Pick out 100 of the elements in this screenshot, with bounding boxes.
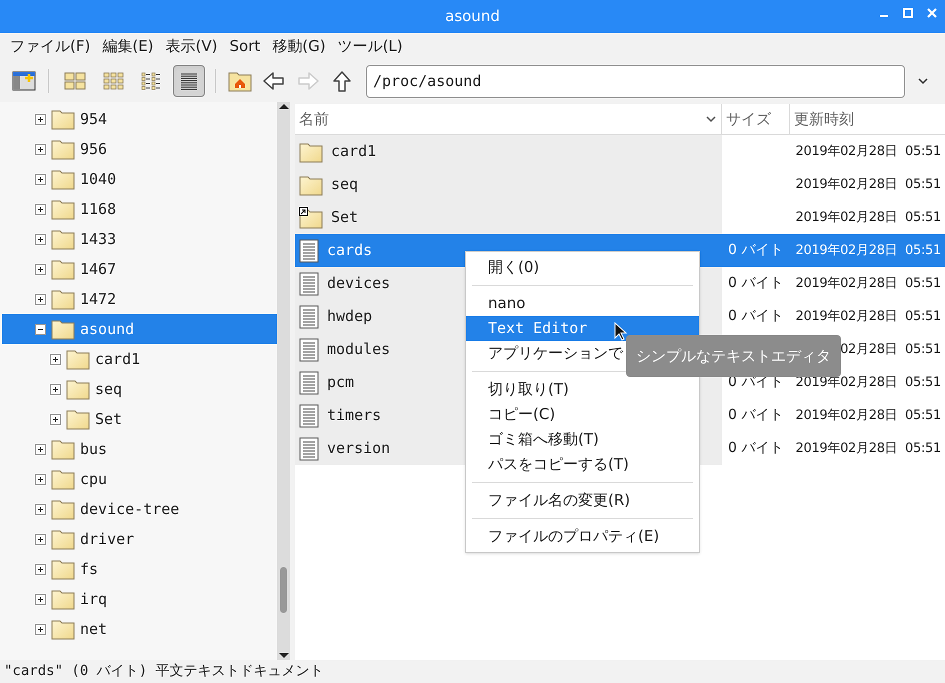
expand-icon[interactable] <box>35 204 46 214</box>
tree-label: 1168 <box>80 198 116 220</box>
tree-label: device-tree <box>80 498 180 520</box>
scrollbar[interactable] <box>277 102 290 660</box>
expand-icon[interactable] <box>50 414 61 424</box>
tree-item[interactable]: 1467 <box>2 254 277 284</box>
tree-item[interactable]: 1168 <box>2 194 277 224</box>
expand-icon[interactable] <box>50 384 61 394</box>
menu-option[interactable]: パスをコピーする(T) <box>466 452 699 477</box>
folder-icon <box>51 258 75 280</box>
folder-icon <box>66 348 90 370</box>
tree-item[interactable]: irq <box>2 584 277 614</box>
folder-icon <box>51 138 75 160</box>
menu-item[interactable]: Sort <box>230 35 260 58</box>
menu-item[interactable]: ファイル(F) <box>10 35 90 58</box>
expand-icon[interactable] <box>35 504 46 514</box>
expand-icon[interactable] <box>35 564 46 574</box>
expand-icon[interactable] <box>35 294 46 304</box>
file-date: 2019年02月28日 05:51 <box>796 242 941 260</box>
column-header[interactable]: 名前 <box>295 104 722 134</box>
expand-icon[interactable] <box>35 474 46 484</box>
text-file-icon <box>299 370 319 394</box>
tree-label: cpu <box>80 468 108 490</box>
collapse-icon[interactable] <box>35 324 46 334</box>
tree-label: 954 <box>80 108 108 130</box>
expand-icon[interactable] <box>35 264 46 274</box>
expand-icon[interactable] <box>35 174 46 184</box>
menu-option[interactable]: 切り取り(T) <box>466 377 699 402</box>
tree-item[interactable]: device-tree <box>2 494 277 524</box>
tree-item[interactable]: bus <box>2 434 277 464</box>
tree-item[interactable]: asound <box>2 314 277 344</box>
menu-option[interactable]: Text Editor <box>466 316 699 341</box>
tree-item[interactable]: fs <box>2 554 277 584</box>
window-title: asound <box>445 6 500 28</box>
tree-label: seq <box>95 378 122 400</box>
expand-icon[interactable] <box>35 114 46 124</box>
menu-option[interactable]: コピー(C) <box>466 402 699 427</box>
tree-item[interactable]: net <box>2 614 277 644</box>
tree-item[interactable]: Set <box>2 404 277 434</box>
tree-item[interactable]: cpu <box>2 464 277 494</box>
file-name: modules <box>327 339 390 360</box>
tree-item[interactable]: 1472 <box>2 284 277 314</box>
file-name: seq <box>331 174 358 196</box>
grid-view-icon <box>101 70 125 92</box>
folder-icon <box>51 588 75 610</box>
tree-label: 1040 <box>80 168 116 190</box>
maximize-icon[interactable] <box>903 8 913 18</box>
folder-icon <box>66 408 90 430</box>
expand-icon[interactable] <box>35 534 46 544</box>
tree-label: 1467 <box>80 258 116 280</box>
menu-option[interactable]: nano <box>466 291 699 316</box>
tree-label: irq <box>80 588 108 610</box>
menu-item[interactable]: 表示(V) <box>166 35 218 58</box>
menu-option[interactable]: ファイルのプロパティ(E) <box>466 524 699 549</box>
menu-option[interactable]: ゴミ箱へ移動(T) <box>466 427 699 452</box>
file-name: card1 <box>331 141 376 162</box>
close-icon[interactable] <box>927 8 937 18</box>
tooltip: シンプルなテキストエディタ <box>626 335 841 377</box>
expand-icon[interactable] <box>35 594 46 604</box>
expand-icon[interactable] <box>35 624 46 634</box>
status-text: "cards" (0 バイト) 平文テキストドキュメント <box>4 662 324 681</box>
expand-icon[interactable] <box>35 144 46 154</box>
tree-item[interactable]: 1433 <box>2 224 277 254</box>
menu-item[interactable]: 移動(G) <box>272 35 326 58</box>
menu-item[interactable]: ツール(L) <box>338 35 403 58</box>
file-name: version <box>327 438 390 460</box>
expand-icon[interactable] <box>35 444 46 454</box>
file-date: 2019年02月28日 05:51 <box>796 406 941 425</box>
column-header[interactable]: 更新時刻 <box>790 104 945 134</box>
text-file-icon <box>299 304 319 328</box>
tree-label: asound <box>80 318 134 340</box>
tree-item[interactable]: seq <box>2 374 277 404</box>
chevron-down-icon[interactable] <box>917 77 929 85</box>
file-name: pcm <box>327 372 354 394</box>
tree-item[interactable]: card1 <box>2 344 277 374</box>
file-size: 0 バイト <box>728 407 784 423</box>
menu-item[interactable]: 編集(E) <box>102 35 154 58</box>
text-file-icon <box>299 436 319 460</box>
file-date: 2019年02月28日 05:51 <box>796 274 941 293</box>
tree-label: 1433 <box>80 228 116 250</box>
tree-item[interactable]: driver <box>2 524 277 554</box>
expand-icon[interactable] <box>50 354 61 364</box>
folder-icon <box>51 288 75 310</box>
tree-item[interactable]: 1040 <box>2 164 277 194</box>
folder-icon <box>51 438 75 460</box>
column-header[interactable]: サイズ <box>722 104 790 134</box>
file-name: hwdep <box>327 306 372 328</box>
tree-label: net <box>80 618 108 640</box>
details-view-button[interactable] <box>173 65 205 97</box>
tree-label: fs <box>80 558 98 580</box>
tree-label: card1 <box>95 348 140 370</box>
menu-option[interactable]: ファイル名の変更(R) <box>466 488 699 513</box>
path-field[interactable]: /proc/asound <box>366 64 905 98</box>
tree-item[interactable]: 956 <box>2 134 277 164</box>
tree-item[interactable]: 954 <box>2 104 277 134</box>
tree-label: bus <box>80 438 108 460</box>
text-file-icon <box>299 238 319 262</box>
expand-icon[interactable] <box>35 234 46 244</box>
folder-icon <box>51 498 75 520</box>
folder-icon <box>51 318 75 340</box>
